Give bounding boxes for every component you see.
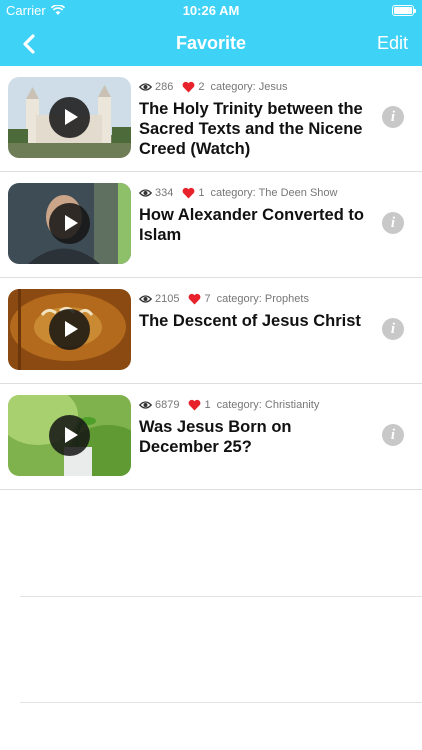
view-count: 286 — [155, 81, 174, 93]
info-icon[interactable]: i — [382, 106, 404, 128]
play-icon — [49, 309, 90, 350]
video-thumbnail[interactable] — [8, 77, 131, 158]
heart-icon — [189, 399, 201, 411]
heart-icon — [182, 187, 195, 199]
eye-icon — [139, 189, 152, 197]
video-title[interactable]: Was Jesus Born on December 25? — [139, 417, 371, 457]
video-thumbnail[interactable] — [8, 289, 131, 370]
video-thumbnail[interactable] — [8, 183, 131, 264]
battery-icon — [392, 5, 416, 16]
like-count: 1 — [198, 187, 205, 199]
like-count: 2 — [198, 81, 205, 93]
category-label: category: Christianity — [216, 399, 320, 411]
view-count: 2105 — [155, 293, 180, 305]
edit-button[interactable]: Edit — [377, 33, 408, 54]
video-meta: 334 1 category: The Deen Show — [139, 187, 337, 199]
favorites-list: 286 2 category: Jesus The Holy Trinity b… — [0, 66, 422, 490]
eye-icon — [139, 83, 152, 91]
page-title: Favorite — [175, 33, 247, 53]
view-count: 334 — [155, 187, 174, 199]
video-meta: 286 2 category: Jesus — [139, 81, 288, 93]
play-icon — [49, 415, 90, 456]
heart-icon — [189, 293, 201, 305]
status-time: 10:26 AM — [182, 3, 240, 18]
eye-icon — [139, 295, 152, 303]
heart-icon — [182, 81, 195, 93]
info-icon[interactable]: i — [382, 424, 404, 446]
category-label: category: Jesus — [210, 81, 288, 93]
video-row[interactable]: 2105 7 category: Prophets The Descent of… — [0, 278, 422, 384]
info-icon[interactable]: i — [382, 212, 404, 234]
category-label: category: The Deen Show — [210, 187, 338, 199]
video-meta: 2105 7 category: Prophets — [139, 293, 309, 305]
video-meta: 6879 1 category: Christianity — [139, 399, 319, 411]
like-count: 7 — [204, 293, 211, 305]
like-count: 1 — [204, 399, 211, 411]
empty-row-separator — [20, 702, 422, 703]
play-icon — [49, 97, 90, 138]
eye-icon — [139, 401, 152, 409]
video-title[interactable]: The Descent of Jesus Christ — [139, 311, 371, 331]
video-title[interactable]: How Alexander Converted to Islam — [139, 205, 371, 245]
video-title[interactable]: The Holy Trinity between the Sacred Text… — [139, 99, 371, 159]
video-row[interactable]: 334 1 category: The Deen Show How Alexan… — [0, 172, 422, 278]
category-label: category: Prophets — [216, 293, 309, 305]
play-icon — [49, 203, 90, 244]
video-thumbnail[interactable] — [8, 395, 131, 476]
navigation-bar: Favorite Edit — [0, 22, 422, 66]
empty-row-separator — [20, 596, 422, 597]
video-row[interactable]: 6879 1 category: Christianity Was Jesus … — [0, 384, 422, 490]
info-icon[interactable]: i — [382, 318, 404, 340]
view-count: 6879 — [155, 399, 180, 411]
video-row[interactable]: 286 2 category: Jesus The Holy Trinity b… — [0, 66, 422, 172]
status-bar: Carrier 10:26 AM — [0, 0, 422, 22]
